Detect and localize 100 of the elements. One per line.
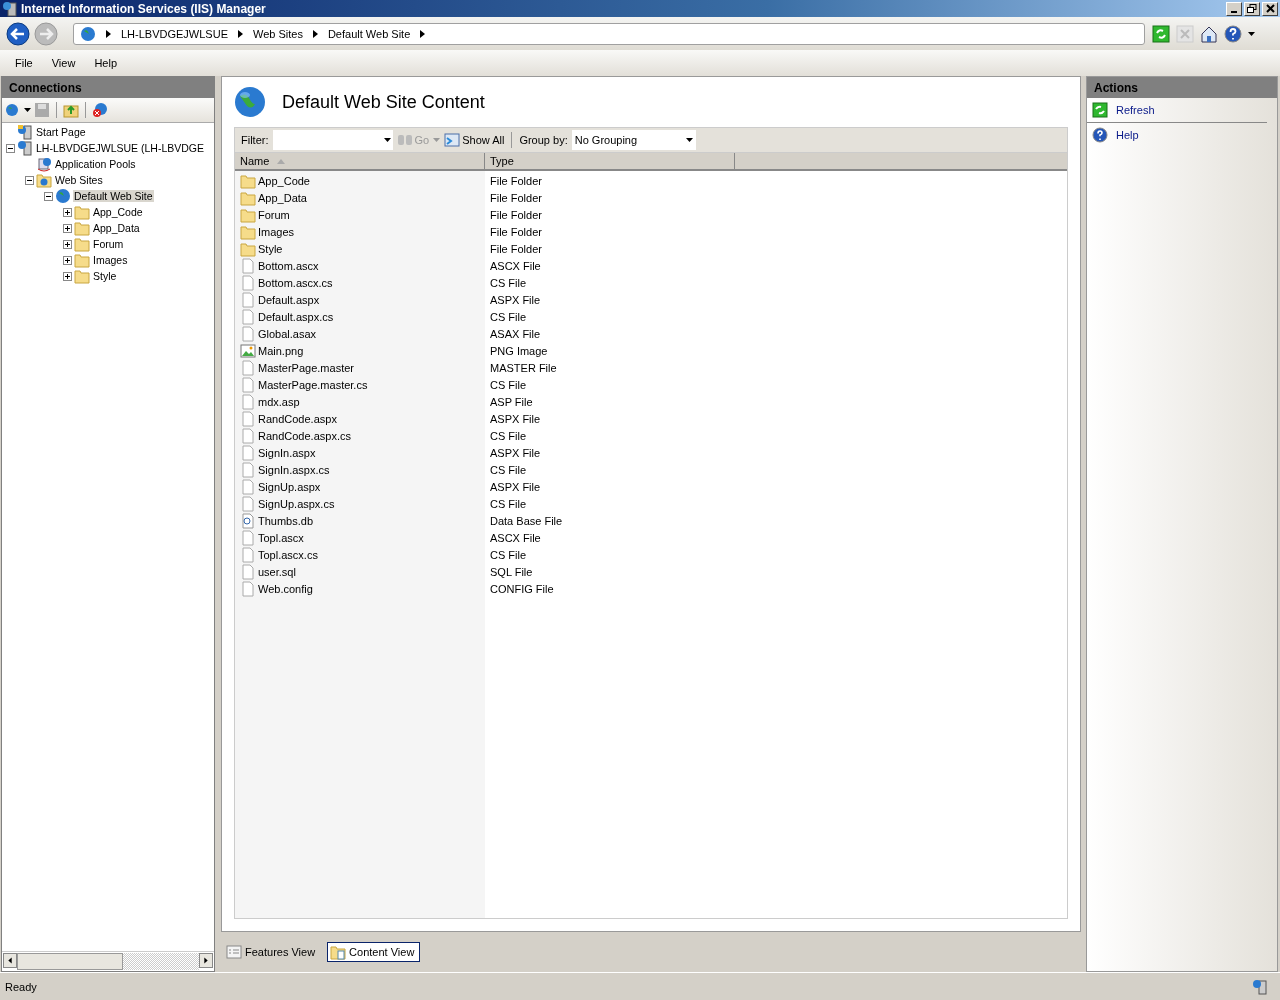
- close-button[interactable]: [1262, 1, 1278, 16]
- file-name[interactable]: user.sql: [258, 565, 296, 578]
- file-name[interactable]: App_Data: [258, 191, 307, 204]
- file-name[interactable]: Topl.ascx.cs: [258, 548, 318, 561]
- filter-field[interactable]: [272, 130, 393, 150]
- action-link[interactable]: Refresh: [1116, 104, 1155, 116]
- home-icon[interactable]: [1200, 24, 1218, 43]
- view-tab[interactable]: Features View: [223, 942, 322, 962]
- file-type: File Folder: [490, 225, 542, 238]
- group-by-dropdown[interactable]: No Grouping: [571, 130, 696, 150]
- folder-globe-icon: [36, 172, 52, 188]
- file-icon: [240, 410, 256, 427]
- file-icon: [240, 257, 256, 274]
- chevron-icon: [420, 29, 426, 38]
- breadcrumb-link[interactable]: Web Sites: [253, 27, 303, 40]
- breadcrumb-link[interactable]: Default Web Site: [327, 27, 411, 40]
- start-page-icon: [17, 124, 33, 140]
- address-bar[interactable]: LH-LBVDGEJWLSUE Web Sites Default Web Site: [73, 22, 1145, 45]
- status-text: Ready: [5, 980, 37, 993]
- file-name[interactable]: SignIn.aspx: [258, 446, 316, 459]
- scroll-thumb[interactable]: [17, 953, 123, 970]
- menu-item[interactable]: File: [15, 57, 33, 69]
- menu-item[interactable]: View: [51, 57, 76, 69]
- breadcrumb-link[interactable]: LH-LBVDGEJWLSUE: [121, 27, 228, 40]
- folder-icon: [74, 220, 90, 236]
- connect-globe-icon[interactable]: [5, 102, 21, 118]
- file-name[interactable]: MasterPage.master.cs: [258, 378, 368, 391]
- file-name[interactable]: RandCode.aspx: [258, 412, 337, 425]
- dropdown-arrow-icon[interactable]: [1248, 31, 1255, 36]
- back-button[interactable]: [4, 19, 32, 48]
- file-type: CS File: [490, 378, 527, 391]
- expander-icon[interactable]: [63, 239, 72, 249]
- scroll-left-icon[interactable]: [3, 953, 17, 968]
- help-icon[interactable]: [1224, 24, 1242, 43]
- tree-item[interactable]: LH-LBVDGEJWLSUE (LH-LBVDGE: [35, 142, 206, 154]
- horizontal-scrollbar[interactable]: [2, 951, 214, 971]
- expander-icon[interactable]: [63, 271, 72, 281]
- dropdown-arrow-icon[interactable]: [24, 108, 31, 112]
- expander-icon[interactable]: [63, 255, 72, 265]
- file-name[interactable]: Default.aspx.cs: [258, 310, 334, 323]
- file-name[interactable]: Style: [258, 242, 283, 255]
- file-name[interactable]: Topl.ascx: [258, 531, 304, 544]
- file-name[interactable]: App_Code: [258, 174, 310, 187]
- file-icon: [240, 359, 256, 376]
- file-name[interactable]: mdx.asp: [258, 395, 300, 408]
- refresh-icon[interactable]: [1152, 24, 1170, 43]
- tree-item[interactable]: App_Code: [92, 206, 144, 218]
- minimize-button[interactable]: [1226, 1, 1242, 16]
- file-type: CS File: [490, 429, 527, 442]
- column-header[interactable]: Type: [485, 153, 735, 169]
- group-by-label: Group by:: [519, 134, 568, 146]
- tree-item[interactable]: Start Page: [35, 126, 87, 138]
- file-name[interactable]: Thumbs.db: [258, 514, 314, 527]
- file-icon: [240, 580, 256, 597]
- tree-item[interactable]: App_Data: [92, 222, 141, 234]
- restore-button[interactable]: [1244, 1, 1260, 16]
- file-name[interactable]: RandCode.aspx.cs: [258, 429, 351, 442]
- file-name[interactable]: SignUp.aspx: [258, 480, 321, 493]
- file-type: ASPX File: [490, 412, 541, 425]
- tree-item[interactable]: Application Pools: [54, 158, 137, 170]
- disconnect-icon[interactable]: [92, 102, 108, 118]
- file-icon: [240, 274, 256, 291]
- file-name[interactable]: Bottom.ascx.cs: [258, 276, 333, 289]
- expander-icon[interactable]: [6, 143, 15, 153]
- file-name[interactable]: Global.asax: [258, 327, 317, 340]
- file-name[interactable]: Main.png: [258, 344, 304, 357]
- tree-item[interactable]: Default Web Site: [73, 190, 154, 202]
- file-name[interactable]: Bottom.ascx: [258, 259, 319, 272]
- file-icon: [240, 495, 256, 512]
- menu-item[interactable]: Help: [94, 57, 117, 69]
- column-header[interactable]: Name: [235, 153, 485, 169]
- file-name[interactable]: SignIn.aspx.cs: [258, 463, 330, 476]
- action-link[interactable]: Help: [1116, 129, 1139, 141]
- folder-up-icon[interactable]: [63, 102, 79, 118]
- expander-icon[interactable]: [63, 207, 72, 217]
- help-icon: [1092, 127, 1108, 143]
- file-name[interactable]: Web.config: [258, 582, 313, 595]
- list-view-icon: [226, 944, 242, 960]
- page-title: Default Web Site Content: [282, 91, 485, 113]
- show-all-button[interactable]: Show All: [444, 132, 505, 148]
- tree-item[interactable]: Images: [92, 254, 129, 266]
- dropdown-arrow-icon: [383, 138, 391, 142]
- file-name[interactable]: MasterPage.master: [258, 361, 354, 374]
- file-type: CS File: [490, 276, 527, 289]
- tree-item[interactable]: Style: [92, 270, 118, 282]
- file-name[interactable]: Images: [258, 225, 295, 238]
- restore-icon: [1247, 4, 1257, 13]
- tree-item[interactable]: Forum: [92, 238, 125, 250]
- folder-icon: [240, 223, 256, 240]
- expander-icon[interactable]: [44, 191, 53, 201]
- file-icon: [240, 444, 256, 461]
- expander-icon[interactable]: [63, 223, 72, 233]
- file-name[interactable]: Default.aspx: [258, 293, 320, 306]
- minimize-icon: [1231, 10, 1237, 13]
- view-tab[interactable]: Content View: [327, 942, 421, 962]
- file-name[interactable]: Forum: [258, 208, 290, 221]
- expander-icon[interactable]: [25, 175, 34, 185]
- tree-item[interactable]: Web Sites: [54, 174, 104, 186]
- file-name[interactable]: SignUp.aspx.cs: [258, 497, 335, 510]
- scroll-right-icon[interactable]: [199, 953, 213, 968]
